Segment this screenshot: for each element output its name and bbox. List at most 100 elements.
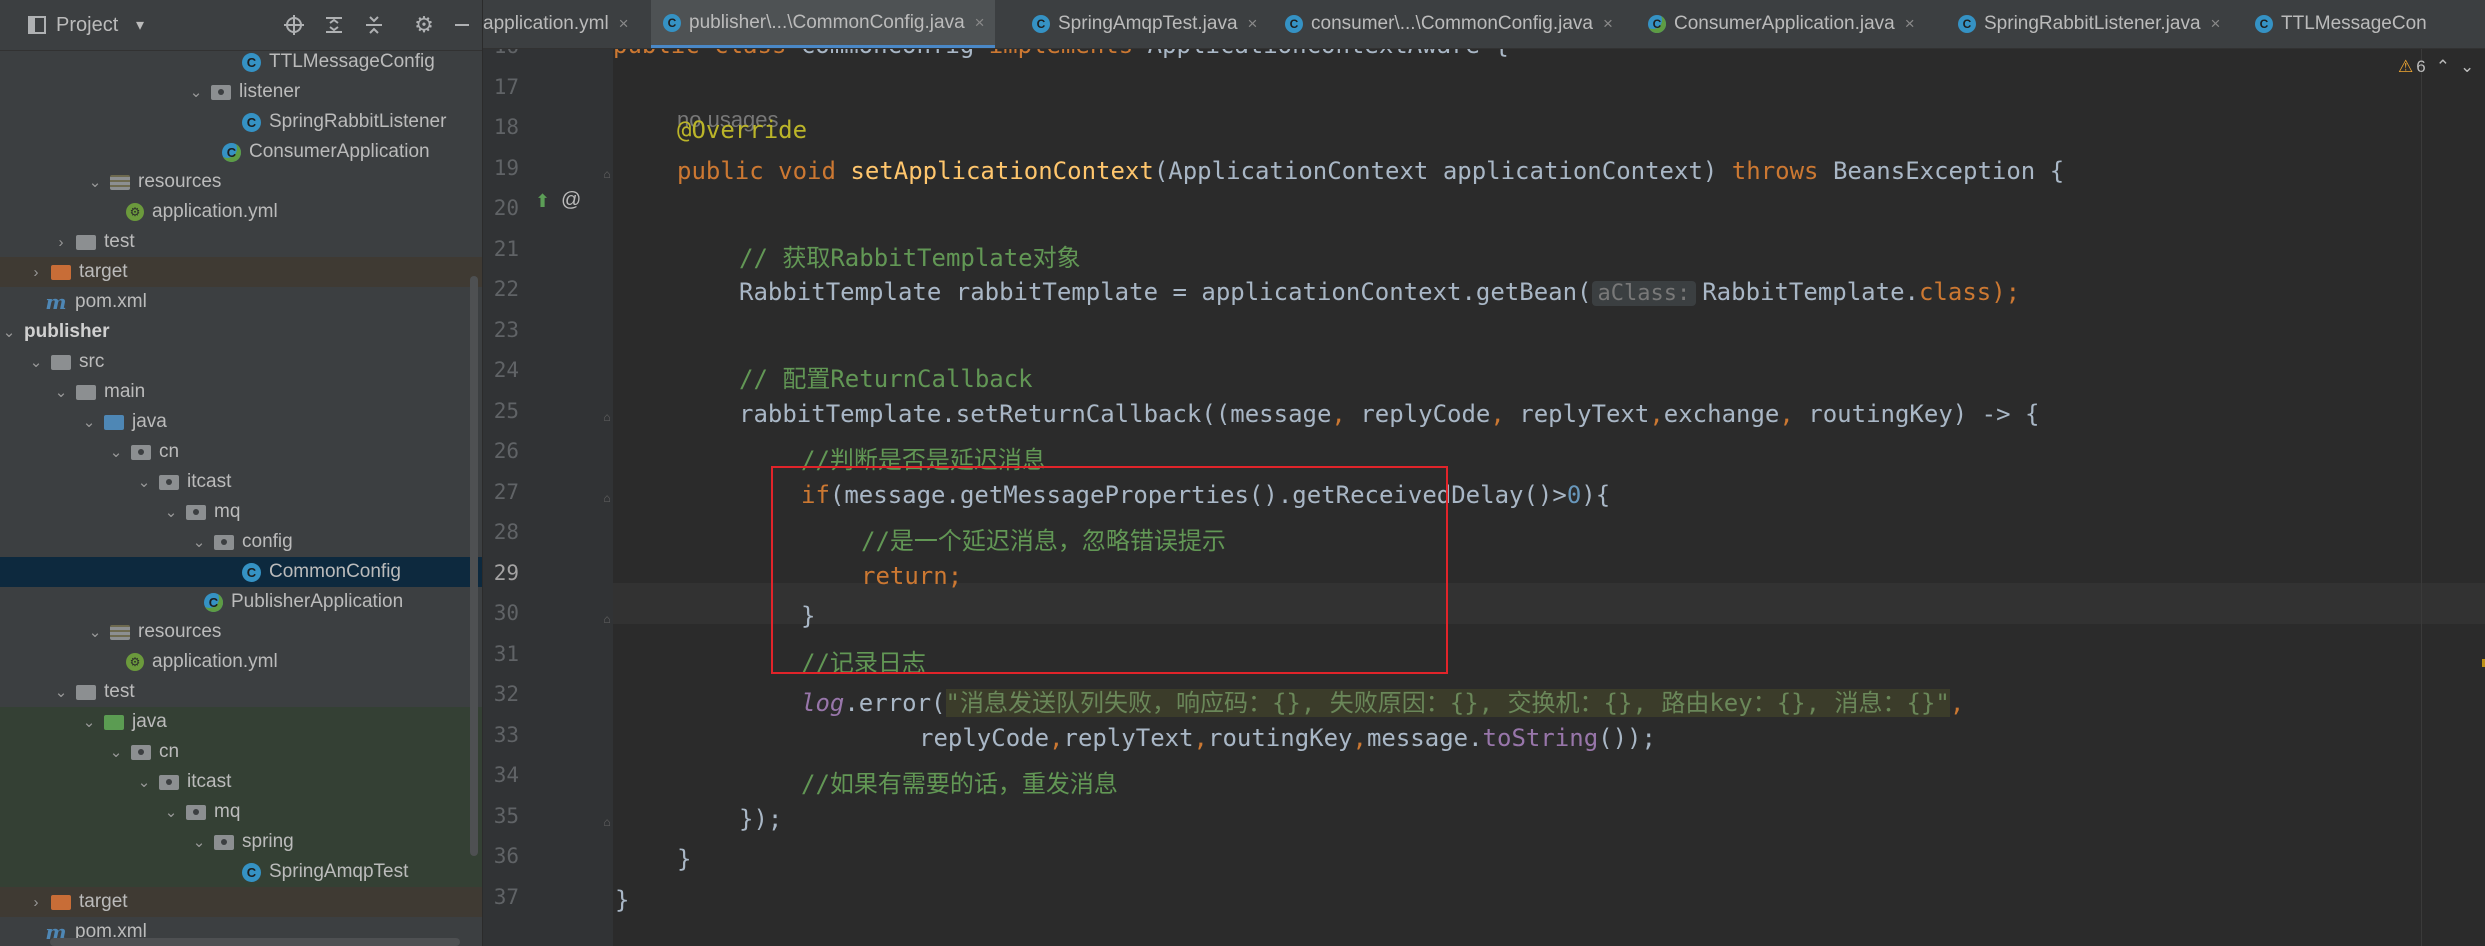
tree-item-commonconfig[interactable]: C CommonConfig	[0, 557, 482, 587]
chevron-down-icon[interactable]: ▾	[136, 0, 144, 50]
editor-tab[interactable]: application.yml ×	[483, 0, 639, 48]
fold-marker-icon[interactable]: ⌂	[600, 167, 614, 181]
tree-item-resources[interactable]: ⌄ resources	[0, 167, 482, 197]
chevron-down-icon[interactable]: ⌄	[135, 773, 153, 791]
editor-tab[interactable]: C ConsumerApplication.java ×	[1636, 0, 1925, 48]
close-icon[interactable]: ×	[2211, 14, 2221, 34]
chevron-down-icon[interactable]: ⌄	[80, 713, 98, 731]
chevron-down-icon[interactable]: ⌄	[190, 833, 208, 851]
fold-marker-icon[interactable]: ⌂	[600, 612, 614, 626]
tree-item-mq[interactable]: ⌄ mq	[0, 497, 482, 527]
close-icon[interactable]: ×	[619, 14, 629, 34]
chevron-down-icon[interactable]: ⌄	[27, 353, 45, 371]
code-line[interactable]: // 配置ReturnCallback	[739, 359, 1033, 394]
tree-item-publisher[interactable]: ⌄ publisher	[0, 317, 482, 347]
tree-item-target[interactable]: › target	[0, 257, 482, 287]
java-class-icon: C	[1285, 15, 1303, 33]
project-view-icon[interactable]	[28, 0, 46, 50]
tree-item-src[interactable]: ⌄ src	[0, 347, 482, 377]
tree-item-itcast[interactable]: ⌄ itcast	[0, 767, 482, 797]
code-line[interactable]: replyCode,replyText,routingKey,message.t…	[919, 724, 1656, 752]
annotation-gutter-icon[interactable]: @	[561, 189, 581, 212]
minimize-icon[interactable]	[450, 13, 474, 37]
chevron-down-icon[interactable]: ⌄	[135, 473, 153, 491]
vertical-scrollbar[interactable]	[470, 276, 478, 856]
code-line[interactable]: // 获取RabbitTemplate对象	[739, 238, 1081, 273]
editor-tab[interactable]: Cconsumer\...\CommonConfig.java ×	[1273, 0, 1623, 48]
tree-item-publisherapplication[interactable]: C PublisherApplication	[0, 587, 482, 617]
code-line[interactable]: //如果有需要的话，重发消息	[801, 764, 1118, 799]
code-line[interactable]: rabbitTemplate.setReturnCallback((messag…	[739, 400, 2039, 428]
chevron-down-icon[interactable]: ⌄	[86, 173, 104, 191]
tree-item-java[interactable]: ⌄ java	[0, 407, 482, 437]
tree-item-itcast[interactable]: ⌄ itcast	[0, 467, 482, 497]
code-line[interactable]: });	[739, 805, 782, 833]
code-line[interactable]: }	[615, 886, 629, 914]
tree-item-consumerapplication[interactable]: C ConsumerApplication	[0, 137, 482, 167]
code-line[interactable]: RabbitTemplate rabbitTemplate = applicat…	[739, 278, 2020, 306]
chevron-down-icon[interactable]: ⌄	[107, 743, 125, 761]
chevron-down-icon[interactable]: ⌄	[52, 683, 70, 701]
tree-item-resources[interactable]: ⌄ resources	[0, 617, 482, 647]
expand-all-icon[interactable]	[322, 13, 346, 37]
chevron-down-icon[interactable]: ⌄	[80, 413, 98, 431]
implements-method-icon[interactable]: ⬆	[535, 191, 550, 212]
tree-item-cn[interactable]: ⌄ cn	[0, 437, 482, 467]
tree-item-ttlmessageconfig[interactable]: C TTLMessageConfig	[0, 47, 482, 77]
line-number: 34	[493, 763, 519, 787]
tree-item-cn[interactable]: ⌄ cn	[0, 737, 482, 767]
tree-item-application-yml[interactable]: ⚙ application.yml	[0, 197, 482, 227]
close-icon[interactable]: ×	[1603, 14, 1613, 34]
chevron-right-icon[interactable]: ›	[27, 264, 45, 281]
code-editor[interactable]: 16 17 18 19 20 21 22 23 24 25 26 27 28 29 30 31 32 33 34 35…	[483, 49, 2485, 946]
tree-item-springamqptest[interactable]: C SpringAmqpTest	[0, 857, 482, 887]
chevron-down-icon[interactable]: ⌄	[162, 503, 180, 521]
chevron-down-icon[interactable]: ⌄	[0, 323, 18, 341]
chevron-down-icon[interactable]: ⌄	[86, 623, 104, 641]
tree-item-test[interactable]: ⌄ test	[0, 677, 482, 707]
chevron-down-icon[interactable]: ⌄	[190, 533, 208, 551]
chevron-up-icon[interactable]: ⌃	[2436, 57, 2450, 77]
target-icon[interactable]	[282, 13, 306, 37]
line-number: 19	[493, 155, 519, 180]
collapse-all-icon[interactable]	[362, 13, 386, 37]
chevron-right-icon[interactable]: ›	[27, 894, 45, 911]
code-line[interactable]: }	[677, 845, 691, 873]
tree-item-java[interactable]: ⌄ java	[0, 707, 482, 737]
inspection-widget[interactable]: ⚠ 6 ⌃ ⌄	[2398, 57, 2474, 77]
tree-item-pom-xml[interactable]: m pom.xml	[0, 287, 482, 317]
chevron-right-icon[interactable]: ›	[52, 234, 70, 251]
chevron-down-icon[interactable]: ⌄	[2460, 57, 2474, 77]
tree-item-config[interactable]: ⌄ config	[0, 527, 482, 557]
horizontal-scrollbar[interactable]	[50, 938, 460, 946]
tree-item-listener[interactable]: ⌄ listener	[0, 77, 482, 107]
project-view-title[interactable]: Project	[56, 0, 118, 50]
tree-item-target[interactable]: › target	[0, 887, 482, 917]
fold-marker-icon[interactable]: ⌂	[600, 815, 614, 829]
editor-tab[interactable]: C SpringRabbitListener.java ×	[1946, 0, 2230, 48]
editor-tab[interactable]: C TTLMessageCon	[2243, 0, 2437, 48]
editor-tab[interactable]: Cpublisher\...\CommonConfig.java ×	[651, 0, 995, 48]
close-icon[interactable]: ×	[1248, 14, 1258, 34]
editor-tab[interactable]: C SpringAmqpTest.java ×	[1020, 0, 1267, 48]
tree-item-application-yml[interactable]: ⚙ application.yml	[0, 647, 482, 677]
code-line[interactable]: @Override	[677, 116, 807, 144]
tree-item-main[interactable]: ⌄ main	[0, 377, 482, 407]
code-line[interactable]: log.error("消息发送队列失败，响应码：{}, 失败原因：{}, 交换机…	[801, 683, 1964, 718]
tree-item-test[interactable]: › test	[0, 227, 482, 257]
gear-icon[interactable]: ⚙	[412, 12, 436, 37]
fold-marker-icon[interactable]: ⌂	[600, 410, 614, 424]
tree-item-mq[interactable]: ⌄ mq	[0, 797, 482, 827]
code-line[interactable]: public class CommonConfig implements App…	[613, 49, 1509, 59]
chevron-down-icon[interactable]: ⌄	[187, 83, 205, 101]
chevron-down-icon[interactable]: ⌄	[52, 383, 70, 401]
tree-item-springrabbitlistener[interactable]: C SpringRabbitListener	[0, 107, 482, 137]
code-line[interactable]: public void setApplicationContext(Applic…	[677, 157, 2064, 185]
close-icon[interactable]: ×	[1905, 14, 1915, 34]
tree-item-spring[interactable]: ⌄ spring	[0, 827, 482, 857]
chevron-down-icon[interactable]: ⌄	[107, 443, 125, 461]
package-icon	[131, 744, 151, 760]
chevron-down-icon[interactable]: ⌄	[162, 803, 180, 821]
close-icon[interactable]: ×	[975, 13, 985, 33]
fold-marker-icon[interactable]: ⌂	[600, 491, 614, 505]
